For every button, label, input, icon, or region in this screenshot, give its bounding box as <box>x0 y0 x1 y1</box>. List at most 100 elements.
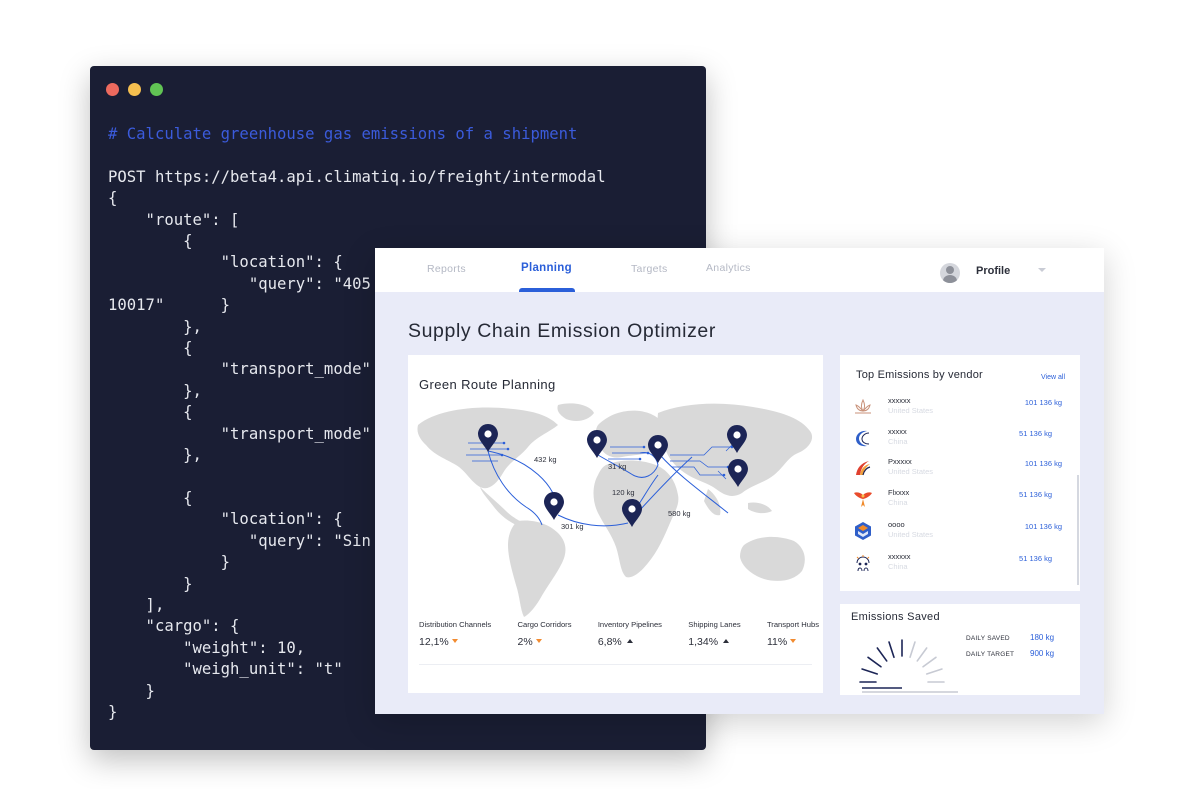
top-emissions-vendor-card: Top Emissions by vendor View all xxxxxx … <box>840 355 1080 591</box>
vendor-country: United States <box>888 406 933 415</box>
stat-cargo-corridors: Cargo Corridors 2% <box>517 620 571 648</box>
vendor-country: China <box>888 498 908 507</box>
vendor-amount: 101 136 kg <box>1025 459 1062 468</box>
location-pin-icon[interactable] <box>587 430 607 458</box>
trend-down-icon <box>536 639 542 643</box>
hexagon-logo-icon <box>852 521 874 541</box>
trend-up-icon <box>627 639 633 643</box>
page-title: Supply Chain Emission Optimizer <box>408 320 716 343</box>
daily-target-label: DAILY TARGET <box>966 651 1014 658</box>
trend-up-icon <box>723 639 729 643</box>
code-line: { <box>108 188 606 209</box>
vendor-name: xxxxx <box>888 427 907 436</box>
location-pin-icon[interactable] <box>544 492 564 520</box>
chevron-down-icon[interactable] <box>1038 268 1046 272</box>
daily-saved-value: 180 kg <box>1030 633 1054 642</box>
window-controls <box>106 83 163 96</box>
emissions-gauge <box>854 626 958 694</box>
maximize-window-button[interactable] <box>150 83 163 96</box>
stat-inventory-pipelines: Inventory Pipelines 6,8% <box>598 620 662 648</box>
vendor-amount: 51 136 kg <box>1019 490 1052 499</box>
stat-value: 1,34% <box>688 636 718 648</box>
code-comment-line: # Calculate greenhouse gas emissions of … <box>108 124 606 145</box>
gauge-tick <box>923 657 936 666</box>
trend-down-icon <box>452 639 458 643</box>
gauge-tick <box>910 642 915 657</box>
view-all-link[interactable]: View all <box>1041 374 1065 381</box>
swoosh-logo-icon <box>852 458 874 478</box>
vendor-amount: 51 136 kg <box>1019 429 1052 438</box>
vendor-country: China <box>888 562 908 571</box>
tab-planning[interactable]: Planning <box>521 262 572 274</box>
gauge-tick <box>877 648 886 661</box>
dashboard-window: Reports Planning Targets Analytics Profi… <box>375 248 1104 714</box>
trend-down-icon <box>790 639 796 643</box>
crescent-logo-icon <box>852 428 874 448</box>
card-title: Green Route Planning <box>419 377 556 392</box>
tab-analytics[interactable]: Analytics <box>706 262 751 274</box>
emissions-saved-card: Emissions Saved DAILY SAVED 180 kg DAILY… <box>840 604 1080 695</box>
vendor-row[interactable]: Flxxxx China 51 136 kg <box>852 487 1062 513</box>
stat-label: Transport Hubs <box>767 620 819 629</box>
code-line: "route": [ <box>108 210 606 231</box>
active-tab-indicator <box>519 288 575 292</box>
lotus-logo-icon <box>852 397 874 417</box>
close-window-button[interactable] <box>106 83 119 96</box>
phoenix-logo-icon <box>852 489 874 509</box>
user-avatar-icon[interactable] <box>940 263 960 283</box>
location-pin-icon[interactable] <box>648 435 668 463</box>
tab-targets[interactable]: Targets <box>631 263 668 275</box>
gauge-tick <box>927 669 942 674</box>
world-map: 432 kg 31 kg 120 kg 580 kg 301 kg <box>408 395 823 620</box>
vendor-list-scrollbar[interactable] <box>1077 475 1079 585</box>
top-navigation: Reports Planning Targets Analytics Profi… <box>375 248 1104 292</box>
gauge-tick <box>889 642 894 657</box>
stat-label: Distribution Channels <box>419 620 491 629</box>
code-line: POST https://beta4.api.climatiq.io/freig… <box>108 167 606 188</box>
card-title: Top Emissions by vendor <box>856 369 983 381</box>
vendor-row[interactable]: Pxxxxx United States 101 136 kg <box>852 456 1062 482</box>
route-label: 301 kg <box>561 522 584 531</box>
tab-reports[interactable]: Reports <box>427 263 466 275</box>
stat-label: Inventory Pipelines <box>598 620 662 629</box>
vendor-row[interactable]: xxxxxx United States 101 136 kg <box>852 395 1062 421</box>
stat-value: 2% <box>517 636 532 648</box>
vendor-country: China <box>888 437 908 446</box>
route-stats: Distribution Channels 12,1% Cargo Corrid… <box>419 620 819 648</box>
route-planning-card: Green Route Planning <box>408 355 823 693</box>
gauge-tick <box>868 657 881 666</box>
gauge-tick <box>917 648 926 661</box>
route-label: 31 kg <box>608 462 626 471</box>
profile-menu-label[interactable]: Profile <box>976 265 1010 277</box>
minimize-window-button[interactable] <box>128 83 141 96</box>
stat-value: 6,8% <box>598 636 622 648</box>
vendor-row[interactable]: xxxxx China 51 136 kg <box>852 426 1062 452</box>
gauge-tick <box>862 669 877 674</box>
vendor-amount: 101 136 kg <box>1025 398 1062 407</box>
stat-label: Cargo Corridors <box>517 620 571 629</box>
daily-saved-label: DAILY SAVED <box>966 635 1010 642</box>
stat-distribution-channels: Distribution Channels 12,1% <box>419 620 491 648</box>
vendor-row[interactable]: xxxxxx China 51 136 kg <box>852 551 1062 577</box>
route-label: 432 kg <box>534 455 557 464</box>
vendor-amount: 51 136 kg <box>1019 554 1052 563</box>
vendor-name: xxxxxx <box>888 396 911 405</box>
vendor-name: Pxxxxx <box>888 457 912 466</box>
stat-value: 11% <box>767 636 787 648</box>
vendor-country: United States <box>888 530 933 539</box>
stat-label: Shipping Lanes <box>688 620 740 629</box>
vendor-country: United States <box>888 467 933 476</box>
vendor-name: Flxxxx <box>888 488 909 497</box>
card-title: Emissions Saved <box>851 611 940 623</box>
divider <box>419 664 812 665</box>
stat-transport-hubs: Transport Hubs 11% <box>767 620 819 648</box>
stat-shipping-lanes: Shipping Lanes 1,34% <box>688 620 740 648</box>
route-label: 580 kg <box>668 509 691 518</box>
sun-people-logo-icon <box>852 553 874 573</box>
vendor-row[interactable]: oooo United States 101 136 kg <box>852 519 1062 545</box>
vendor-amount: 101 136 kg <box>1025 522 1062 531</box>
code-line <box>108 145 606 166</box>
daily-target-value: 900 kg <box>1030 649 1054 658</box>
vendor-name: xxxxxx <box>888 552 911 561</box>
stat-value: 12,1% <box>419 636 449 648</box>
